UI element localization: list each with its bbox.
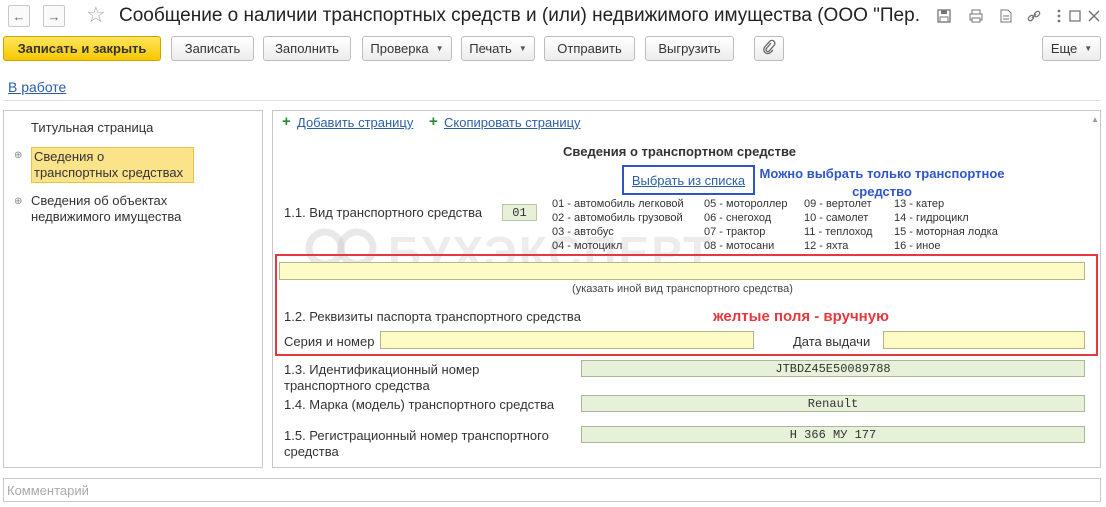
close-icon[interactable]: [1085, 7, 1103, 25]
codes-col-3: 09 - вертолет 10 - самолет 11 - теплоход…: [804, 197, 872, 253]
code-item: 07 - трактор: [704, 226, 766, 238]
other-vehicle-type-hint: (указать иной вид транспортного средства…: [572, 283, 793, 295]
print-button[interactable]: Печать ▼: [461, 36, 535, 61]
code-item: 06 - снегоход: [704, 212, 772, 224]
series-number-label: Серия и номер: [284, 334, 375, 349]
copy-page-link[interactable]: Скопировать страницу: [444, 115, 581, 130]
attach-button[interactable]: [754, 36, 784, 61]
codes-col-1: 01 - автомобиль легковой 02 - автомобиль…: [552, 197, 684, 253]
code-item: 14 - гидроцикл: [894, 212, 969, 224]
annotation-red: желтые поля - вручную: [713, 308, 889, 325]
other-vehicle-type-input[interactable]: [279, 262, 1085, 280]
print-icon[interactable]: [967, 7, 985, 25]
arrow-left-icon: ←: [12, 8, 26, 24]
save-icon[interactable]: [935, 7, 953, 25]
arrow-right-icon: →: [47, 8, 61, 24]
code-item: 12 - яхта: [804, 240, 849, 252]
title-bar: ← → ☆ Сообщение о наличии транспортных с…: [0, 0, 1106, 33]
nav-item-label: Сведения об объектах недвижимого имущест…: [31, 193, 182, 224]
chevron-down-icon: ▼: [518, 44, 527, 53]
maximize-icon[interactable]: [1066, 7, 1084, 25]
save-button[interactable]: Записать: [171, 36, 254, 61]
section-nav: Титульная страница ⊕ Сведения о транспор…: [3, 110, 263, 468]
divider: [3, 100, 1101, 101]
vin-field[interactable]: JTBDZ45E50089788: [581, 360, 1085, 377]
code-item: 04 - мотоцикл: [552, 240, 623, 252]
brand-field[interactable]: Renault: [581, 395, 1085, 412]
code-item: 13 - катер: [894, 198, 945, 210]
add-page-link[interactable]: Добавить страницу: [297, 115, 413, 130]
issue-date-input[interactable]: [883, 331, 1085, 349]
window-title: Сообщение о наличии транспортных средств…: [119, 5, 919, 26]
check-button-label: Проверка: [370, 41, 429, 56]
nav-item-label: Титульная страница: [31, 120, 154, 135]
scroll-up-icon[interactable]: ▲: [1091, 115, 1099, 124]
annotation-blue: Можно выбрать только транспортное средст…: [759, 166, 1005, 199]
vehicle-type-label: 1.1. Вид транспортного средства: [284, 205, 483, 220]
nav-item-vehicles[interactable]: ⊕ Сведения о транспортных средствах: [4, 147, 262, 187]
comment-input[interactable]: Комментарий: [3, 478, 1101, 502]
expand-icon[interactable]: ⊕: [14, 194, 22, 210]
export-button[interactable]: Выгрузить: [645, 36, 734, 61]
pick-from-list-frame: Выбрать из списка: [622, 165, 755, 195]
code-item: 05 - мотороллер: [704, 198, 788, 210]
chevron-down-icon: ▼: [1084, 44, 1093, 53]
link-icon[interactable]: [1025, 7, 1043, 25]
expand-icon[interactable]: ⊕: [14, 148, 22, 164]
plus-icon: +: [429, 113, 438, 130]
section-title: Сведения о транспортном средстве: [563, 144, 797, 159]
send-button[interactable]: Отправить: [544, 36, 635, 61]
star-icon[interactable]: ☆: [86, 3, 106, 27]
code-item: 15 - моторная лодка: [894, 226, 998, 238]
code-item: 01 - автомобиль легковой: [552, 198, 684, 210]
code-item: 09 - вертолет: [804, 198, 872, 210]
back-button[interactable]: ←: [8, 5, 30, 27]
passport-label: 1.2. Реквизиты паспорта транспортного ср…: [284, 309, 581, 324]
nav-item-title-page[interactable]: Титульная страница: [4, 120, 262, 140]
forward-button[interactable]: →: [43, 5, 65, 27]
command-bar: Записать и закрыть Записать Заполнить Пр…: [0, 36, 1106, 64]
code-item: 16 - иное: [894, 240, 941, 252]
save-and-close-button[interactable]: Записать и закрыть: [3, 36, 161, 61]
check-button[interactable]: Проверка ▼: [362, 36, 452, 61]
code-item: 02 - автомобиль грузовой: [552, 212, 683, 224]
codes-col-4: 13 - катер 14 - гидроцикл 15 - моторная …: [894, 197, 998, 253]
status-link[interactable]: В работе: [8, 79, 66, 95]
code-item: 11 - теплоход: [804, 226, 873, 238]
reg-number-label: 1.5. Регистрационный номер транспортного…: [284, 428, 549, 459]
plus-icon: +: [282, 113, 291, 130]
code-item: 08 - мотосани: [704, 240, 775, 252]
vehicle-form: + Добавить страницу + Скопировать страни…: [272, 110, 1101, 468]
print-button-label: Печать: [469, 41, 512, 56]
code-item: 10 - самолет: [804, 212, 869, 224]
series-number-input[interactable]: [380, 331, 754, 349]
nav-item-real-estate[interactable]: ⊕ Сведения об объектах недвижимого имуще…: [4, 193, 262, 229]
chevron-down-icon: ▼: [435, 44, 444, 53]
document-icon[interactable]: [997, 7, 1015, 25]
nav-item-label: Сведения о транспортных средствах: [31, 147, 194, 183]
code-item: 03 - автобус: [552, 226, 614, 238]
paperclip-icon: [762, 39, 776, 58]
brand-label: 1.4. Марка (модель) транспортного средст…: [284, 397, 555, 412]
issue-date-label: Дата выдачи: [793, 334, 871, 349]
vehicle-type-code-field[interactable]: 01: [502, 204, 537, 221]
more-button[interactable]: Еще ▼: [1042, 36, 1101, 61]
codes-col-2: 05 - мотороллер 06 - снегоход 07 - тракт…: [704, 197, 788, 253]
reg-number-field[interactable]: Н 366 МУ 177: [581, 426, 1085, 443]
fill-button[interactable]: Заполнить: [263, 36, 351, 61]
more-button-label: Еще: [1050, 41, 1078, 56]
vin-label: 1.3. Идентификационный номер транспортно…: [284, 362, 480, 393]
pick-from-list-link[interactable]: Выбрать из списка: [632, 173, 745, 188]
